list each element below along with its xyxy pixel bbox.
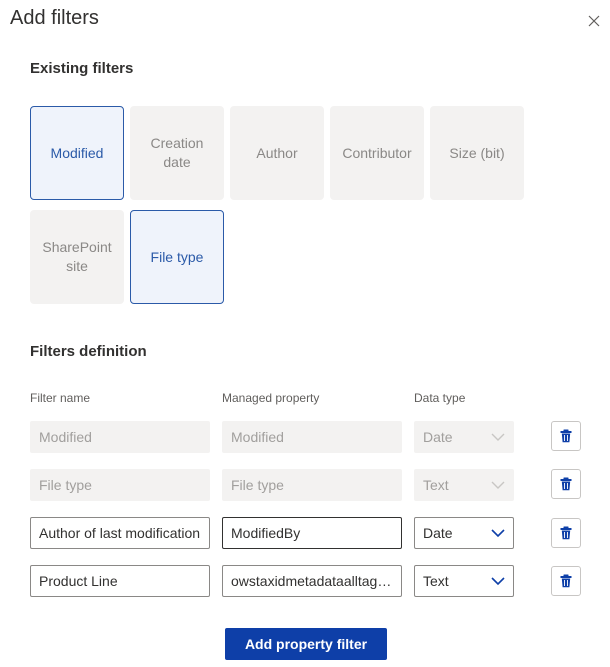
data-type-value: Text <box>423 477 449 493</box>
delete-filter-button[interactable] <box>551 518 581 548</box>
existing-filters-heading: Existing filters <box>30 60 134 77</box>
filters-definition-heading: Filters definition <box>30 343 147 360</box>
close-button[interactable] <box>582 9 606 33</box>
managed-property-field <box>222 469 402 501</box>
tile-size[interactable]: Size (bit) <box>430 106 524 200</box>
managed-property-field[interactable] <box>222 565 402 597</box>
trash-icon <box>560 429 572 443</box>
data-type-value: Date <box>423 429 453 445</box>
data-type-dropdown[interactable]: Text <box>414 565 514 597</box>
tile-creation-date[interactable]: Creation date <box>130 106 224 200</box>
data-type-value: Text <box>423 573 449 589</box>
chevron-down-icon <box>491 481 505 489</box>
tile-author[interactable]: Author <box>230 106 324 200</box>
tile-label: Creation date <box>150 135 204 170</box>
delete-filter-button[interactable] <box>551 566 581 596</box>
data-type-dropdown[interactable]: Date <box>414 517 514 549</box>
data-type-dropdown: Text <box>414 469 514 501</box>
managed-property-field <box>222 421 402 453</box>
delete-filter-button[interactable] <box>551 421 581 451</box>
trash-icon <box>560 574 572 588</box>
filter-name-field <box>30 421 210 453</box>
tile-label: Author <box>256 144 298 161</box>
data-type-value: Date <box>423 525 453 541</box>
tile-contributor[interactable]: Contributor <box>330 106 424 200</box>
filter-name-field[interactable] <box>30 517 210 549</box>
tile-label: Size (bit) <box>449 144 505 161</box>
tile-label: Modified <box>50 144 104 161</box>
managed-property-field[interactable] <box>222 517 402 549</box>
close-icon <box>588 15 600 27</box>
column-header-managed-property: Managed property <box>222 391 320 405</box>
column-header-filter-name: Filter name <box>30 391 91 405</box>
trash-icon <box>560 477 572 491</box>
chevron-down-icon <box>491 529 505 538</box>
column-header-data-type: Data type <box>414 391 466 405</box>
tile-sharepoint-site[interactable]: SharePoint site <box>30 210 124 304</box>
add-property-filter-button[interactable]: Add property filter <box>225 628 387 660</box>
data-type-dropdown: Date <box>414 421 514 453</box>
tile-label: SharePoint site <box>42 239 112 274</box>
tile-label: File type <box>150 248 204 265</box>
tile-label: Contributor <box>342 144 412 161</box>
dialog-title: Add filters <box>10 7 99 29</box>
trash-icon <box>560 526 572 540</box>
chevron-down-icon <box>491 433 505 441</box>
chevron-down-icon <box>491 577 505 586</box>
filter-name-field[interactable] <box>30 565 210 597</box>
delete-filter-button[interactable] <box>551 469 581 499</box>
filter-name-field <box>30 469 210 501</box>
tile-modified[interactable]: Modified <box>30 106 124 200</box>
tile-file-type[interactable]: File type <box>130 210 224 304</box>
